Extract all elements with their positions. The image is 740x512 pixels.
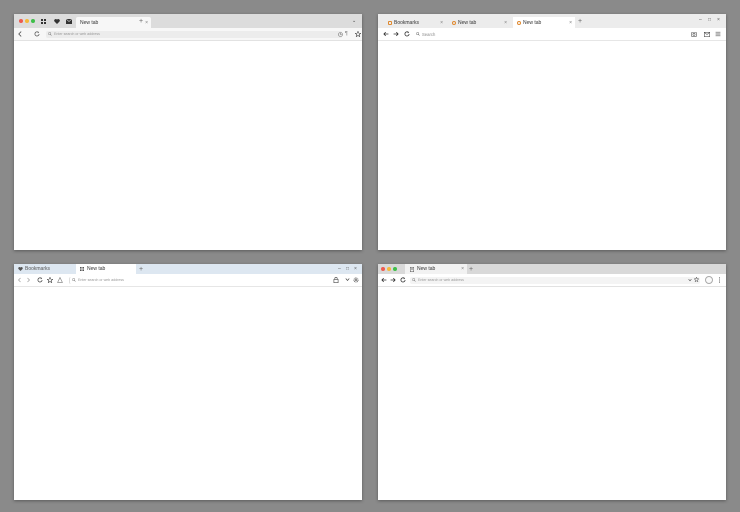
mail-icon[interactable] bbox=[66, 19, 72, 24]
toolbar: Enter search or web address bbox=[14, 274, 362, 286]
reload-icon[interactable] bbox=[37, 277, 43, 283]
forward-icon[interactable] bbox=[390, 277, 396, 283]
clock-icon[interactable] bbox=[338, 31, 343, 37]
browser-window-4: New tab × + Enter search or web address bbox=[378, 264, 726, 500]
plus-icon[interactable]: + bbox=[578, 18, 582, 25]
favicon bbox=[517, 20, 521, 25]
tab-new-tab[interactable]: New tab × bbox=[405, 264, 467, 274]
star-icon[interactable] bbox=[694, 277, 699, 282]
toolbar: Enter search or web address bbox=[378, 274, 726, 286]
maximize-icon[interactable]: □ bbox=[708, 18, 711, 23]
chevron-down-icon[interactable] bbox=[345, 277, 350, 282]
menu-icon[interactable] bbox=[715, 31, 721, 37]
close-window-button[interactable] bbox=[19, 19, 23, 23]
tab-new-tab-2[interactable]: New tab × bbox=[513, 17, 575, 28]
page-content[interactable] bbox=[14, 40, 362, 250]
address-placeholder: Enter search or web address bbox=[78, 278, 124, 282]
address-bar[interactable]: Enter search or web address bbox=[69, 276, 329, 284]
tab-bar: Bookmarks × New tab × New tab × + – □ × bbox=[378, 14, 726, 28]
tab-label: Bookmarks bbox=[394, 19, 420, 26]
reload-icon[interactable] bbox=[400, 277, 406, 283]
minimize-window-button[interactable] bbox=[387, 267, 391, 271]
search-icon bbox=[416, 31, 420, 36]
chevron-down-icon[interactable] bbox=[688, 278, 692, 282]
shield-icon[interactable] bbox=[57, 277, 63, 283]
close-icon[interactable]: × bbox=[440, 20, 443, 26]
reload-icon[interactable] bbox=[34, 31, 40, 37]
mail-icon[interactable] bbox=[704, 31, 710, 37]
translate-icon[interactable]: ¶ bbox=[345, 31, 348, 37]
plus-icon[interactable]: + bbox=[139, 266, 143, 273]
address-placeholder: Enter search or web address bbox=[418, 278, 464, 282]
plus-icon[interactable]: + bbox=[469, 266, 473, 273]
minimize-icon[interactable]: – bbox=[699, 18, 702, 23]
close-icon[interactable]: × bbox=[569, 20, 572, 26]
search-icon bbox=[412, 277, 416, 282]
tab-label: New tab bbox=[523, 19, 542, 26]
browser-window-1: New tab × + ⌄ Enter search or web addres… bbox=[14, 14, 362, 250]
heart-icon bbox=[18, 267, 23, 272]
forward-icon[interactable] bbox=[393, 31, 399, 37]
tab-label: New tab bbox=[80, 19, 99, 26]
browser-window-2: Bookmarks × New tab × New tab × + – □ × bbox=[378, 14, 726, 250]
search-icon bbox=[48, 31, 52, 36]
tab-bookmarks[interactable]: Bookmarks × bbox=[384, 17, 446, 28]
page-content[interactable] bbox=[378, 286, 726, 500]
star-icon[interactable] bbox=[355, 31, 361, 37]
address-placeholder: Search bbox=[422, 31, 436, 37]
star-icon[interactable] bbox=[47, 277, 53, 283]
address-bar[interactable]: Enter search or web address bbox=[410, 276, 700, 284]
more-options-icon[interactable] bbox=[718, 277, 721, 283]
page-content[interactable] bbox=[14, 286, 362, 500]
maximize-window-button[interactable] bbox=[31, 19, 35, 23]
page-content[interactable] bbox=[378, 40, 726, 250]
grid-icon[interactable] bbox=[41, 19, 46, 24]
lock-icon[interactable] bbox=[333, 277, 339, 283]
tab-bar: New tab × + ⌄ bbox=[14, 14, 362, 28]
back-icon[interactable] bbox=[17, 277, 22, 283]
tab-new-tab-1[interactable]: New tab × bbox=[448, 17, 510, 28]
back-icon[interactable] bbox=[383, 31, 389, 37]
maximize-window-button[interactable] bbox=[393, 267, 397, 271]
address-bar[interactable]: Enter search or web address bbox=[46, 30, 342, 38]
plus-icon[interactable]: + bbox=[139, 18, 143, 25]
tab-label: New tab bbox=[87, 266, 106, 272]
tab-bar: Bookmarks New tab + – □ × bbox=[14, 264, 362, 274]
tab-bookmarks[interactable]: Bookmarks bbox=[14, 264, 76, 274]
camera-icon[interactable] bbox=[691, 31, 697, 37]
close-icon[interactable]: × bbox=[504, 20, 507, 26]
favicon bbox=[452, 20, 456, 25]
toolbar: Enter search or web address ¶ bbox=[14, 28, 362, 40]
browser-window-3: Bookmarks New tab + – □ × Enter search o… bbox=[14, 264, 362, 500]
tab-bar: New tab × + bbox=[378, 264, 726, 274]
search-icon bbox=[72, 277, 76, 282]
tab-new-tab[interactable]: New tab bbox=[76, 264, 136, 274]
forward-icon[interactable] bbox=[26, 277, 31, 283]
close-window-icon[interactable]: × bbox=[354, 266, 357, 272]
address-placeholder: Enter search or web address bbox=[54, 32, 100, 36]
close-window-icon[interactable]: × bbox=[717, 18, 720, 23]
toolbar: Search bbox=[378, 28, 726, 40]
minimize-icon[interactable]: – bbox=[338, 266, 341, 272]
close-icon[interactable]: × bbox=[145, 20, 148, 26]
tab-label: New tab bbox=[417, 266, 436, 272]
minimize-window-button[interactable] bbox=[25, 19, 29, 23]
close-icon[interactable]: × bbox=[461, 266, 464, 272]
reload-icon[interactable] bbox=[404, 31, 410, 37]
maximize-icon[interactable]: □ bbox=[346, 266, 349, 272]
chevron-down-icon[interactable]: ⌄ bbox=[352, 18, 356, 24]
address-bar[interactable]: Search bbox=[414, 31, 634, 38]
bookmark-favicon bbox=[388, 20, 392, 25]
back-icon[interactable] bbox=[17, 31, 23, 37]
page-icon bbox=[409, 266, 414, 272]
close-window-button[interactable] bbox=[381, 267, 385, 271]
gear-icon[interactable] bbox=[353, 277, 359, 283]
heart-icon[interactable] bbox=[54, 19, 60, 24]
avatar[interactable] bbox=[705, 276, 713, 284]
grid-icon bbox=[80, 267, 84, 271]
tab-label: Bookmarks bbox=[25, 266, 51, 272]
back-icon[interactable] bbox=[381, 277, 387, 283]
tab-label: New tab bbox=[458, 19, 477, 26]
